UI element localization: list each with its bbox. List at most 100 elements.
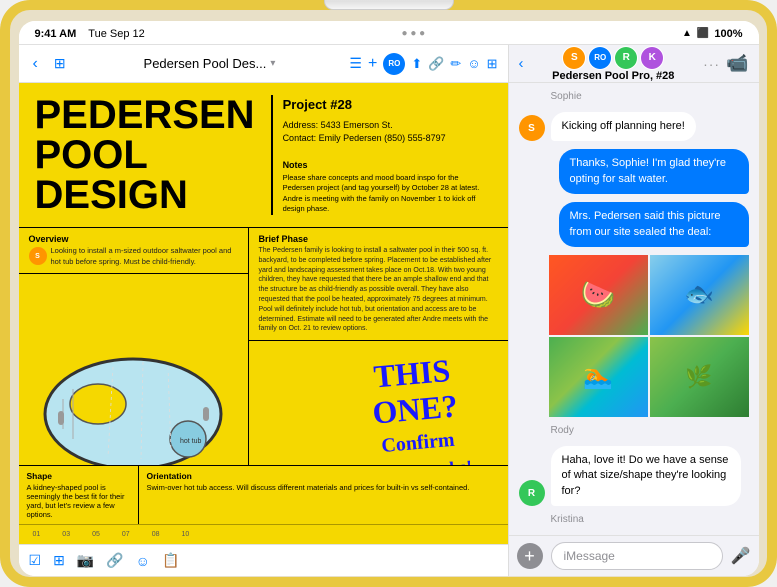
overview-avatar: S	[29, 247, 47, 265]
ruler-tick: 10	[181, 531, 189, 538]
group-avatar-rody: R	[614, 46, 638, 70]
group-avatar-ro: RO	[588, 46, 612, 70]
add-icon[interactable]: +	[368, 55, 377, 73]
notes-toolbar: ‹ ⊞ Pedersen Pool Des... ▾ ☰ + RO ⬆ 🔗 ✏	[19, 45, 508, 83]
chevron-down-icon: ▾	[270, 58, 275, 69]
messages-app-panel: ‹ S RO R	[509, 45, 759, 576]
message-input[interactable]: iMessage	[551, 542, 723, 570]
image-cell-garden: 🌿	[650, 337, 749, 417]
notes-ruler: 01 03 05 07 08 10	[19, 524, 508, 544]
project-number: Project #28	[283, 95, 492, 115]
shape-text: A kidney-shaped pool is seemingly the be…	[27, 483, 130, 519]
photo-icon[interactable]: 📷	[77, 552, 94, 569]
message-row-0: S Kicking off planning here!	[519, 112, 749, 141]
notes-back-button[interactable]: ‹	[29, 53, 42, 75]
orientation-header: Orientation	[147, 471, 501, 481]
svg-text:hot tub: hot tub	[180, 438, 202, 445]
pool-design-title: PEDERSENPOOLDESIGN	[35, 95, 255, 215]
orientation-text: Swim-over hot tub access. Will discuss d…	[147, 483, 501, 492]
main-content: ‹ ⊞ Pedersen Pool Des... ▾ ☰ + RO ⬆ 🔗 ✏	[19, 45, 759, 576]
notes-label: Notes	[283, 159, 492, 173]
table-icon[interactable]: ⊞	[53, 552, 65, 569]
draw-icon[interactable]: ✏	[450, 56, 461, 72]
group-name: Pedersen Pool Pro, #28	[552, 70, 674, 82]
overview-header: Overview	[29, 234, 238, 244]
sender-label-rody: Rody	[519, 425, 749, 436]
brief-text: The Pedersen family is looking to instal…	[259, 246, 498, 334]
shape-header: Shape	[27, 471, 130, 481]
note-icon[interactable]: 📋	[162, 552, 179, 569]
ruler-tick: 01	[33, 531, 41, 538]
ruler-tick: 05	[92, 531, 100, 538]
messages-toolbar: ‹ S RO R	[509, 45, 759, 83]
message-images-grid: 🍉 🐟 🏊 🌿	[549, 255, 749, 417]
rody-avatar: R	[519, 480, 545, 506]
pool-header: PEDERSENPOOLDESIGN Project #28 Address: …	[19, 83, 508, 227]
notes-toolbar-title: Pedersen Pool Des... ▾	[78, 56, 342, 71]
emoji-icon[interactable]: ☺	[467, 56, 480, 71]
group-avatar-kristina: K	[640, 46, 664, 70]
message-bubble-sophie: Kicking off planning here!	[551, 112, 696, 141]
message-row-1: Thanks, Sophie! I'm glad they're opting …	[519, 149, 749, 194]
checklist-icon[interactable]: ☑	[29, 552, 42, 569]
orientation-section: Orientation Swim-over hot tub access. Wi…	[139, 466, 508, 524]
brief-header: Brief Phase	[259, 234, 498, 244]
message-bubble-thanks: Thanks, Sophie! I'm glad they're opting …	[559, 149, 749, 194]
group-avatar-sophie: S	[562, 46, 586, 70]
status-date: Tue Sep 12	[88, 28, 144, 40]
video-call-button[interactable]: 📹	[726, 53, 748, 74]
sidebar-icon[interactable]: ⊞	[50, 53, 70, 74]
battery-icon: ⬛	[697, 28, 709, 39]
shape-section: Shape A kidney-shaped pool is seemingly …	[19, 466, 139, 524]
image-cell-fish: 🐟	[650, 255, 749, 335]
image-cell-pool: 🏊	[549, 337, 648, 417]
messages-back-button[interactable]: ‹	[519, 55, 524, 72]
notes-doc-title: Pedersen Pool Des...	[144, 56, 267, 71]
pool-document: PEDERSENPOOLDESIGN Project #28 Address: …	[19, 83, 508, 544]
sender-label-sophie: Sophie	[519, 91, 749, 102]
messages-toolbar-center: S RO R K Pedersen Pool	[530, 46, 698, 82]
message-row-images: 🍉 🐟 🏊 🌿	[519, 255, 749, 417]
emoji-icon[interactable]: ☺	[136, 553, 150, 569]
pool-title-block: PEDERSENPOOLDESIGN	[35, 95, 255, 215]
list-icon[interactable]: ☰	[349, 55, 362, 72]
message-row-2: Mrs. Pedersen said this picture from our…	[519, 202, 749, 247]
ruler-tick: 07	[122, 531, 130, 538]
message-bubble-mrs: Mrs. Pedersen said this picture from our…	[559, 202, 749, 247]
notes-text: Please share concepts and mood board ins…	[283, 173, 492, 215]
notes-bottom-toolbar: ☑ ⊞ 📷 🔗 ☺ 📋	[19, 544, 508, 576]
message-row-rody: R Haha, love it! Do we have a sense of w…	[519, 446, 749, 506]
messages-list[interactable]: Sophie S Kicking off planning here! Than…	[509, 83, 759, 535]
project-info-block: Project #28 Address: 5433 Emerson St. Co…	[271, 95, 492, 215]
user-avatar: RO	[383, 53, 405, 75]
status-time: 9:41 AM	[35, 28, 77, 40]
sophie-avatar: S	[519, 115, 545, 141]
ipad-frame: 9:41 AM Tue Sep 12 ● ● ● ▲ ⬛ 100% ‹ ⊞	[0, 0, 777, 587]
battery-percent: 100%	[714, 28, 742, 40]
message-bubble-rody: Haha, love it! Do we have a sense of wha…	[551, 446, 741, 506]
messages-dots[interactable]: ···	[703, 56, 720, 72]
ruler-tick: 03	[62, 531, 70, 538]
link-icon[interactable]: 🔗	[428, 56, 444, 72]
screen: 9:41 AM Tue Sep 12 ● ● ● ▲ ⬛ 100% ‹ ⊞	[19, 21, 759, 576]
message-placeholder: iMessage	[564, 549, 615, 563]
overview-text: Looking to install a m-sized outdoor sal…	[51, 246, 238, 267]
group-avatars[interactable]: S RO R K	[562, 46, 664, 70]
project-contact: Contact: Emily Pedersen (850) 555-8797	[283, 132, 492, 146]
share-icon[interactable]: ⬆	[411, 56, 422, 72]
project-address: Address: 5433 Emerson St.	[283, 119, 492, 133]
link-icon[interactable]: 🔗	[106, 552, 123, 569]
more-icon[interactable]: ⊞	[487, 56, 498, 72]
notes-app-panel: ‹ ⊞ Pedersen Pool Des... ▾ ☰ + RO ⬆ 🔗 ✏	[19, 45, 509, 576]
pool-overview: Overview S Looking to install a m-sized …	[19, 228, 248, 274]
message-input-bar: + iMessage 🎤	[509, 535, 759, 576]
status-bar: 9:41 AM Tue Sep 12 ● ● ● ▲ ⬛ 100%	[19, 21, 759, 45]
add-attachment-button[interactable]: +	[517, 543, 543, 569]
sender-label-kristina: Kristina	[519, 514, 749, 525]
status-icons: ▲ ⬛ 100%	[682, 28, 743, 40]
wifi-icon: ▲	[682, 28, 692, 39]
microphone-button[interactable]: 🎤	[731, 546, 751, 566]
brief-phase-section: Brief Phase The Pedersen family is looki…	[249, 228, 508, 341]
pool-bottom-info: Shape A kidney-shaped pool is seemingly …	[19, 465, 508, 524]
notes-content[interactable]: PEDERSENPOOLDESIGN Project #28 Address: …	[19, 83, 508, 544]
